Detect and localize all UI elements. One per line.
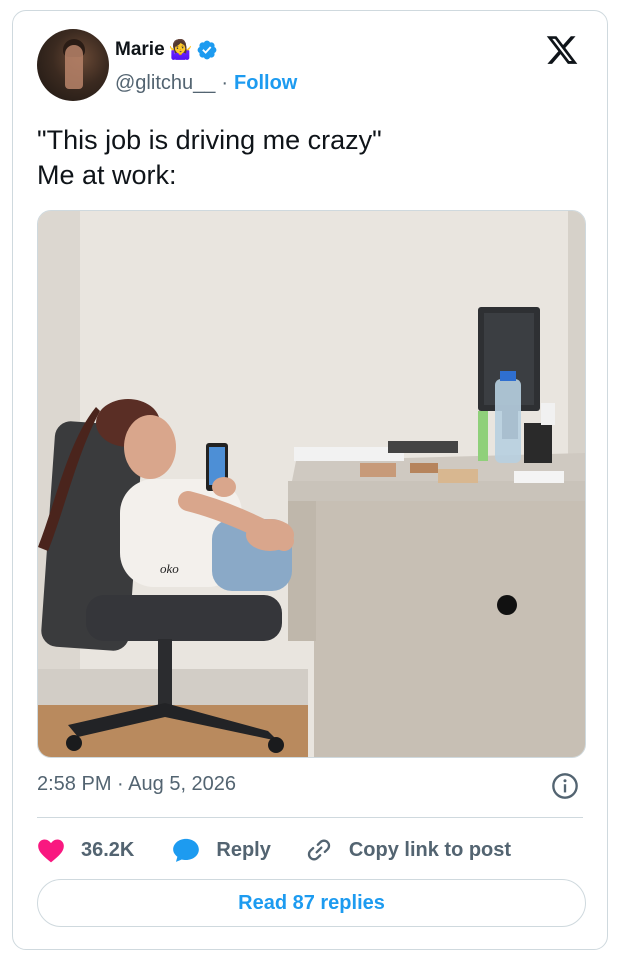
tweet-card: Marie 🤷‍♀️ @glitchu__ · Follow "This job… xyxy=(12,10,608,950)
link-icon xyxy=(307,839,331,861)
handle-separator: · xyxy=(221,72,229,94)
read-replies-button[interactable]: Read 87 replies xyxy=(37,879,586,927)
copy-link-button[interactable]: Copy link to post xyxy=(305,836,511,864)
avatar[interactable] xyxy=(37,29,109,101)
divider xyxy=(37,817,583,818)
avatar-figure xyxy=(65,45,83,89)
x-logo-icon[interactable] xyxy=(545,33,579,67)
speech-bubble-icon xyxy=(173,838,200,862)
tweet-time: 2:58 PM xyxy=(37,773,112,795)
tweet-text: "This job is driving me crazy" Me at wor… xyxy=(37,125,382,190)
heart-icon xyxy=(38,839,64,863)
tweet-photo[interactable]: oko xyxy=(37,210,586,758)
reply-button[interactable]: Reply xyxy=(172,837,271,863)
action-bar: 36.2K Reply Copy link to post xyxy=(37,833,511,867)
timestamp-separator: · xyxy=(117,773,124,795)
follow-button[interactable]: Follow xyxy=(234,72,297,95)
office-photo-illustration: oko xyxy=(38,211,585,757)
info-icon[interactable] xyxy=(551,772,579,800)
tweet-date: Aug 5, 2026 xyxy=(128,773,237,795)
author-handle[interactable]: @glitchu__ xyxy=(115,72,215,95)
like-count: 36.2K xyxy=(81,838,135,861)
author-name-row: Marie 🤷‍♀️ xyxy=(115,39,218,61)
reply-label: Reply xyxy=(216,838,271,861)
author-handle-row: @glitchu__ · Follow xyxy=(115,72,297,95)
copy-link-label: Copy link to post xyxy=(348,838,512,861)
shirt-print: oko xyxy=(160,561,179,576)
author-name[interactable]: Marie xyxy=(115,39,165,61)
tweet-timestamp[interactable]: 2:58 PM · Aug 5, 2026 xyxy=(37,773,236,796)
author-emoji: 🤷‍♀️ xyxy=(168,39,193,61)
like-button[interactable]: 36.2K xyxy=(37,837,134,863)
verified-badge-icon xyxy=(197,40,217,60)
